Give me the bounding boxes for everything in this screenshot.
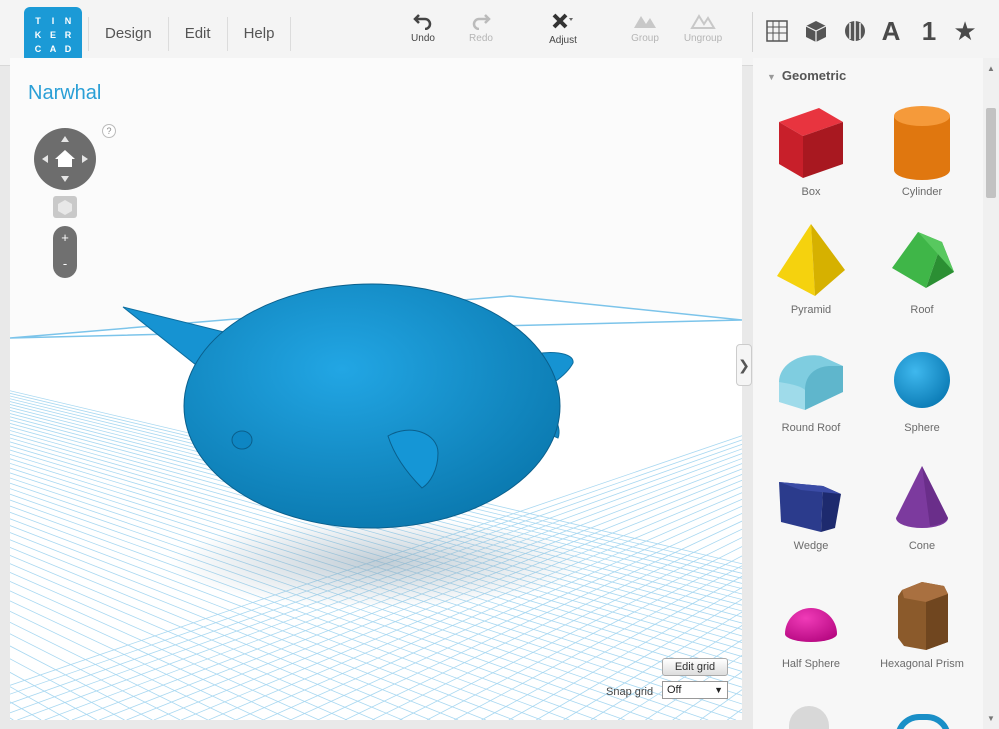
shape-partial-paraboloid[interactable] bbox=[789, 706, 829, 729]
redo-icon bbox=[472, 14, 491, 30]
view-navigation-control[interactable] bbox=[34, 128, 96, 190]
category-header[interactable]: ▼ Geometric bbox=[767, 68, 846, 83]
project-title[interactable]: Narwhal bbox=[28, 82, 101, 105]
menu-edit[interactable]: Edit bbox=[167, 17, 227, 51]
logo-letter: E bbox=[49, 29, 56, 40]
text-icon[interactable]: A bbox=[876, 14, 906, 48]
menu-help[interactable]: Help bbox=[226, 17, 292, 51]
undo-label: Undo bbox=[411, 33, 435, 44]
main-menu: Design Edit Help bbox=[88, 17, 292, 51]
menu-design[interactable]: Design bbox=[88, 17, 168, 51]
logo-letter: D bbox=[64, 44, 72, 55]
dropdown-arrow-icon: ▼ bbox=[714, 685, 723, 695]
shape-label: Cylinder bbox=[901, 186, 943, 198]
box-icon bbox=[779, 108, 843, 178]
tinkercad-logo[interactable]: T I N K E R C A D bbox=[24, 7, 82, 63]
shape-cone[interactable]: Cone bbox=[867, 454, 977, 552]
favorites-star-icon[interactable]: ★ bbox=[950, 14, 980, 48]
shape-label: Sphere bbox=[904, 422, 940, 434]
collapse-triangle-icon: ▼ bbox=[767, 72, 776, 82]
zoom-in-button[interactable]: + bbox=[53, 226, 77, 252]
scrollbar-thumb[interactable] bbox=[986, 108, 996, 198]
roof-icon bbox=[892, 232, 954, 288]
shape-partial-torus[interactable] bbox=[895, 714, 951, 729]
shape-pyramid[interactable]: Pyramid bbox=[756, 218, 866, 316]
shape-sphere[interactable]: Sphere bbox=[867, 336, 977, 434]
shape-box[interactable]: Box bbox=[756, 100, 866, 198]
view-cube-svg bbox=[58, 200, 72, 215]
grid-view-svg bbox=[766, 20, 788, 42]
cylinder-icon bbox=[894, 106, 950, 180]
cone-icon bbox=[896, 466, 948, 528]
edit-grid-button[interactable]: Edit grid bbox=[662, 658, 728, 676]
shape-cylinder[interactable]: Cylinder bbox=[867, 100, 977, 198]
logo-letter: K bbox=[34, 29, 42, 40]
shape-label: Round Roof bbox=[781, 422, 841, 434]
shape-roof[interactable]: Roof bbox=[867, 218, 977, 316]
shape-label: Half Sphere bbox=[781, 658, 841, 670]
adjust-button[interactable]: Adjust bbox=[538, 12, 588, 46]
shape-half-sphere[interactable]: Half Sphere bbox=[756, 572, 866, 670]
logo-letter: A bbox=[49, 44, 57, 55]
snap-grid-select[interactable]: Off ▼ bbox=[662, 681, 728, 699]
zoom-out-button[interactable]: - bbox=[53, 252, 77, 278]
pyramid-icon bbox=[777, 224, 845, 296]
adjust-icon bbox=[552, 13, 573, 29]
undo-icon bbox=[413, 14, 432, 30]
collapse-panel-button[interactable]: ❯ bbox=[736, 344, 752, 386]
box-view-icon[interactable] bbox=[801, 14, 831, 48]
snap-grid-label: Snap grid bbox=[606, 686, 654, 698]
shape-wedge[interactable]: Wedge bbox=[756, 454, 866, 552]
logo-letter: T bbox=[35, 15, 41, 26]
shapes-panel: ▼ Geometric Box Cylinder Pyramid Roof Ro… bbox=[753, 58, 983, 729]
wedge-icon bbox=[779, 482, 841, 532]
ungroup-label: Ungroup bbox=[683, 33, 723, 44]
shape-label: Pyramid bbox=[790, 304, 832, 316]
home-view-cube-icon[interactable] bbox=[53, 196, 77, 218]
zoom-control: + - bbox=[53, 226, 77, 278]
round-roof-icon bbox=[779, 355, 843, 410]
snap-grid-value: Off bbox=[667, 684, 682, 696]
group-icon bbox=[634, 16, 656, 28]
panel-scrollbar[interactable]: ▲ ▼ bbox=[983, 58, 999, 729]
group-label: Group bbox=[631, 33, 659, 44]
hexagonal-prism-icon bbox=[898, 582, 948, 650]
number-icon[interactable]: 1 bbox=[914, 14, 944, 48]
toolbar-divider bbox=[752, 12, 753, 52]
undo-button[interactable]: Undo bbox=[398, 12, 448, 44]
category-label: Geometric bbox=[781, 68, 847, 83]
shape-label: Cone bbox=[908, 540, 936, 552]
top-toolbar: T I N K E R C A D Design Edit Help Undo … bbox=[0, 0, 999, 66]
scroll-up-icon[interactable]: ▲ bbox=[987, 64, 995, 73]
redo-button[interactable]: Redo bbox=[456, 12, 506, 44]
half-sphere-icon bbox=[785, 608, 837, 642]
shape-label: Roof bbox=[910, 304, 934, 316]
redo-label: Redo bbox=[469, 33, 493, 44]
group-button[interactable]: Group bbox=[620, 12, 670, 44]
workplane[interactable]: Narwhal ? + - Edit grid Snap grid Off ▼ bbox=[10, 58, 742, 720]
help-icon[interactable]: ? bbox=[102, 124, 116, 138]
grid-plane bbox=[10, 283, 742, 720]
scroll-down-icon[interactable]: ▼ bbox=[987, 714, 995, 723]
ungroup-button[interactable]: Ungroup bbox=[678, 12, 728, 44]
logo-letter: C bbox=[34, 44, 42, 55]
box-view-svg bbox=[805, 21, 827, 42]
shape-label: Wedge bbox=[793, 540, 829, 552]
shape-label: Box bbox=[801, 186, 821, 198]
logo-letter: I bbox=[51, 15, 55, 26]
mesh-view-icon[interactable] bbox=[840, 14, 870, 48]
sphere-icon bbox=[894, 352, 950, 408]
shape-round-roof[interactable]: Round Roof bbox=[756, 336, 866, 434]
grid-view-icon[interactable] bbox=[762, 14, 792, 48]
mesh-view-svg bbox=[845, 21, 865, 41]
ungroup-icon bbox=[690, 14, 716, 29]
adjust-label: Adjust bbox=[549, 35, 577, 46]
nav-arrows-svg bbox=[42, 136, 88, 182]
logo-letter: N bbox=[64, 15, 72, 26]
shape-label: Hexagonal Prism bbox=[880, 658, 964, 670]
logo-letter: R bbox=[64, 29, 72, 40]
shape-hexagonal-prism[interactable]: Hexagonal Prism bbox=[867, 572, 977, 670]
